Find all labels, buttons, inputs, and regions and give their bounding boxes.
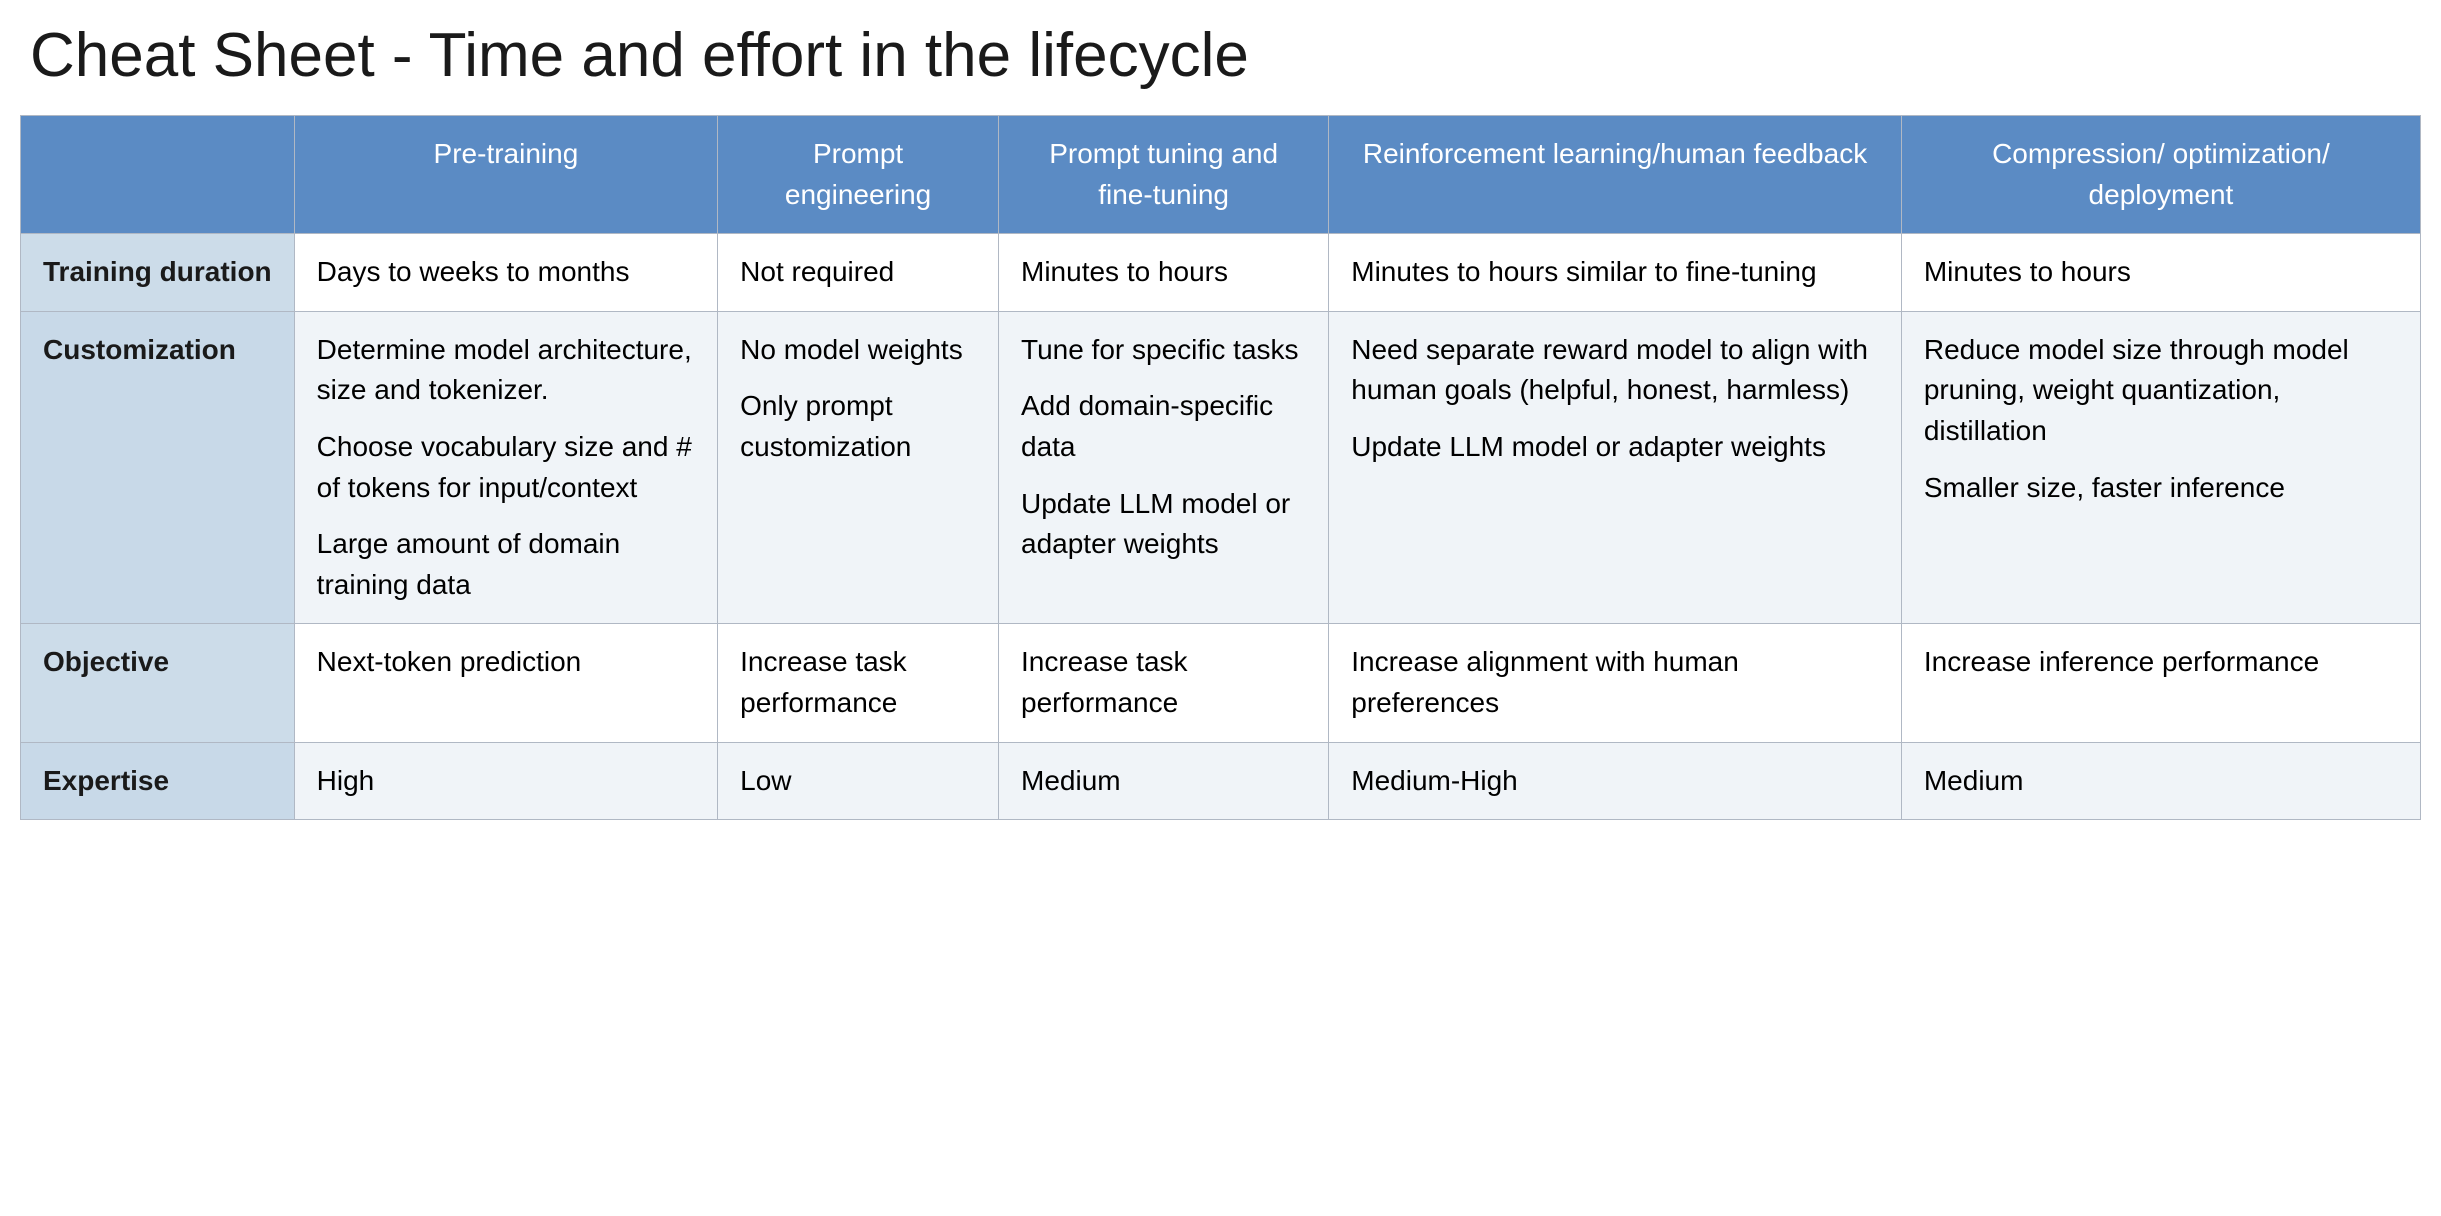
cell-r1-c3: Need separate reward model to align with… [1329, 311, 1902, 624]
cell-r3-c3: Medium-High [1329, 742, 1902, 820]
cell-r1-c2: Tune for specific tasksAdd domain-specif… [999, 311, 1329, 624]
header-col-2: Prompt engineering [718, 116, 999, 234]
cell-r2-c0: Next-token prediction [294, 624, 717, 742]
cell-r2-c4: Increase inference performance [1901, 624, 2420, 742]
header-col-1: Pre-training [294, 116, 717, 234]
row-label-2: Objective [21, 624, 295, 742]
cell-r3-c2: Medium [999, 742, 1329, 820]
cell-r0-c3: Minutes to hours similar to fine-tuning [1329, 234, 1902, 312]
header-col-4: Reinforcement learning/human feedback [1329, 116, 1902, 234]
cell-r0-c2: Minutes to hours [999, 234, 1329, 312]
header-col-0 [21, 116, 295, 234]
table-header-row: Pre-training Prompt engineering Prompt t… [21, 116, 2421, 234]
table-row: ObjectiveNext-token predictionIncrease t… [21, 624, 2421, 742]
row-label-3: Expertise [21, 742, 295, 820]
cell-r3-c0: High [294, 742, 717, 820]
page-title: Cheat Sheet - Time and effort in the lif… [20, 20, 2421, 91]
cell-r2-c3: Increase alignment with human preference… [1329, 624, 1902, 742]
cell-r1-c1: No model weightsOnly prompt customizatio… [718, 311, 999, 624]
row-label-1: Customization [21, 311, 295, 624]
table-row: CustomizationDetermine model architectur… [21, 311, 2421, 624]
cell-r2-c1: Increase task performance [718, 624, 999, 742]
table-row: Training durationDays to weeks to months… [21, 234, 2421, 312]
table-row: ExpertiseHighLowMediumMedium-HighMedium [21, 742, 2421, 820]
cell-r3-c1: Low [718, 742, 999, 820]
cell-r1-c0: Determine model architecture, size and t… [294, 311, 717, 624]
cell-r2-c2: Increase task performance [999, 624, 1329, 742]
main-table: Pre-training Prompt engineering Prompt t… [20, 115, 2421, 820]
header-col-3: Prompt tuning and fine-tuning [999, 116, 1329, 234]
cell-r1-c4: Reduce model size through model pruning,… [1901, 311, 2420, 624]
cell-r0-c4: Minutes to hours [1901, 234, 2420, 312]
cell-r0-c0: Days to weeks to months [294, 234, 717, 312]
cell-r0-c1: Not required [718, 234, 999, 312]
header-col-5: Compression/ optimization/ deployment [1901, 116, 2420, 234]
cell-r3-c4: Medium [1901, 742, 2420, 820]
row-label-0: Training duration [21, 234, 295, 312]
